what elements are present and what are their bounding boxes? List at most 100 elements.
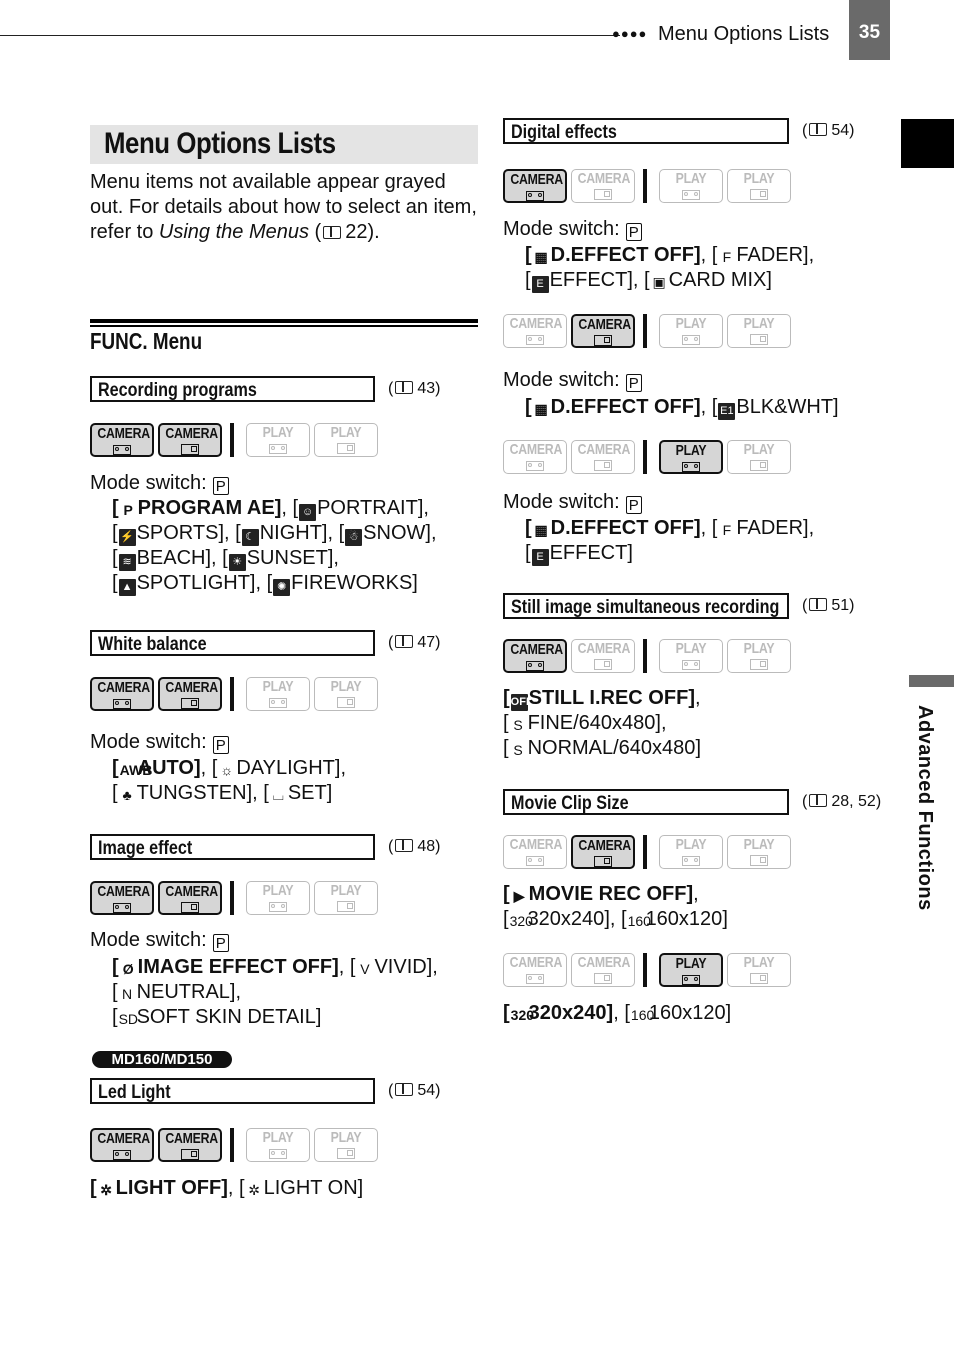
memory-card-icon [337,443,355,454]
mode-play-card: PLAY [314,677,378,711]
mode-camera-tape: CAMERA [503,639,567,673]
book-icon [395,839,414,852]
cassette-icon [526,191,544,201]
beach-icon: ≋ [118,554,136,571]
effect-icon: E [531,549,549,566]
light_on-icon: ✲ [248,1182,260,1198]
mode-camera-card: CAMERA [571,835,635,869]
option-item: [▣ CARD MIX] [644,269,772,291]
mode-camera-card: CAMERA [571,440,635,474]
option-item: [160160x120] [624,1002,732,1024]
mode-separator [643,835,647,869]
section-header-still_simul: Still image simultaneous recording [503,593,789,619]
option-item: [☺ PORTRAIT] [292,497,424,521]
model-badge: MD160/MD150 [92,1051,232,1068]
bw-icon: E1 [718,403,736,420]
mode-indicator-row: CAMERA CAMERA PLAY PLAY [90,880,382,916]
section-rule [90,325,478,327]
page-reference: (54) [388,1082,441,1099]
cassette-icon [682,462,700,472]
mode-camera-card: CAMERA [158,677,222,711]
option-item: [OFFSTILL I.REC OFF] [503,687,695,711]
option-list: [OFFSTILL I.REC OFF],[S FINE/640x480],[S N… [503,687,701,759]
mode-switch-p-icon: P [212,477,229,495]
p-icon: P [123,502,133,518]
memory-card-icon [750,973,768,984]
option-item: [☃ SNOW] [338,522,431,546]
deff-icon: ▦ [534,249,548,265]
using-menus-link[interactable]: Using the Menus [159,221,309,243]
mode-separator [230,677,234,711]
option-item: [320320x240] [503,908,610,930]
mode-play-tape: PLAY [659,169,723,203]
cassette-icon [526,856,544,866]
mode-play-tape: PLAY [659,835,723,869]
s160-icon: 160 [627,913,651,929]
mode-switch-line: Mode switch: P [503,490,642,515]
header-section-title: Menu Options Lists [658,23,830,45]
mode-play-card: PLAY [314,423,378,457]
fader-icon: F [722,522,732,538]
mode-switch-p-icon: P [212,934,229,952]
memory-card-icon [337,901,355,912]
mode-camera-tape: CAMERA [90,423,154,457]
page-reference: (51) [802,597,855,614]
mode-separator [230,1128,234,1162]
cassette-icon [113,445,131,455]
book-icon [395,381,414,394]
chapter-tab-marker [901,119,954,168]
option-item: [AWBAUTO] [112,757,201,779]
mode-separator [230,881,234,915]
mode-camera-tape: CAMERA [503,314,567,348]
mode-play-tape: PLAY [246,881,310,915]
mode-switch-line: Mode switch: P [90,730,229,755]
cassette-icon [526,974,544,984]
page-reference: (48) [388,838,441,855]
mode-indicator-row: CAMERA CAMERA PLAY PLAY [503,834,795,870]
cassette-icon [682,660,700,670]
func-menu-heading: FUNC. Menu [90,328,203,354]
still_off-icon: OFF [510,694,533,711]
memory-card-icon [750,855,768,866]
neutral-icon: N [122,986,133,1002]
option-item: [▦ D.EFFECT OFF] [525,517,701,539]
portrait-icon: ☺ [299,504,317,521]
deff-icon: ▦ [534,401,548,417]
mode-play-tape: PLAY [659,639,723,673]
sd-icon: SD [118,1011,139,1027]
mode-indicator-row: CAMERA CAMERA PLAY PLAY [90,1127,382,1163]
cassette-icon [269,1149,287,1159]
mode-camera-tape: CAMERA [503,169,567,203]
option-list: [AWBAUTO], [☼ DAYLIGHT],[♣ TUNGSTEN], [⌴ SE… [112,757,347,804]
mode-switch-line: Mode switch: P [503,368,642,393]
mode-play-tape: PLAY [659,953,723,987]
tungsten-icon: ♣ [122,787,132,803]
option-item: [V VIVID] [349,956,433,978]
section-header-image_effect: Image effect [90,834,375,860]
option-item: [⌴ SET] [263,782,333,804]
mode-switch-p-icon: P [625,496,642,514]
memory-card-icon [750,460,768,471]
option-item: [E1 BLK&WHT] [711,396,839,420]
mode-indicator-row: CAMERA CAMERA PLAY PLAY [503,638,795,674]
cassette-icon [682,975,700,985]
option-item: [✲ LIGHT ON] [239,1177,364,1199]
option-item: [Ø IMAGE EFFECT OFF] [112,956,339,978]
mode-camera-tape: CAMERA [503,953,567,987]
cassette-icon [269,698,287,708]
section-header-white_balance: White balance [90,630,375,656]
mode-camera-tape: CAMERA [503,835,567,869]
header-rule [0,35,620,36]
mode-switch-p-icon: P [212,736,229,754]
section-header-movie_clip: Movie Clip Size [503,789,789,815]
mode-camera-tape: CAMERA [503,440,567,474]
option-item: [S FINE/640x480] [503,712,661,734]
option-item: [▲ SPOTLIGHT] [112,572,256,596]
cassette-icon [526,461,544,471]
mode-indicator-row: CAMERA CAMERA PLAY PLAY [503,168,795,204]
option-list: [Ø IMAGE EFFECT OFF], [V VIVID],[N NEUTRAL]… [112,956,438,1028]
mode-camera-card: CAMERA [571,639,635,673]
mode-play-tape: PLAY [246,1128,310,1162]
cassette-icon [682,856,700,866]
mode-play-card: PLAY [727,639,791,673]
